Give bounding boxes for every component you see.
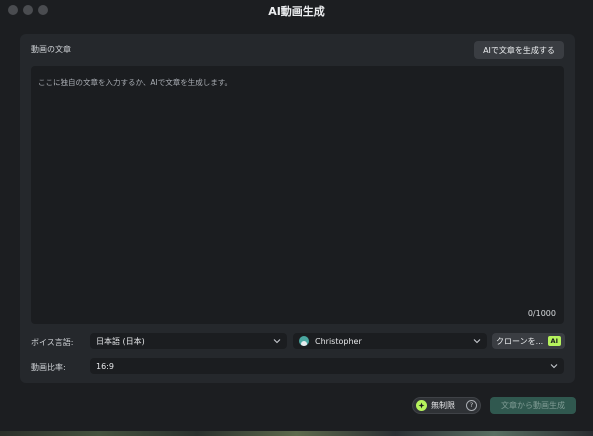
script-placeholder: ここに独自の文章を入力するか、AIで文章を生成します。 (38, 78, 232, 87)
script-section-label: 動画の文章 (31, 45, 71, 54)
clone-voice-button[interactable]: クローンを... AI (492, 333, 565, 349)
chevron-down-icon (273, 339, 281, 344)
char-counter: 0/1000 (527, 309, 556, 318)
script-textarea[interactable] (31, 66, 564, 324)
ai-badge: AI (547, 336, 561, 346)
ai-video-dialog: AI動画生成 動画の文章 AIで文章を生成する ここに独自の文章を入力するか、A… (0, 0, 593, 431)
create-video-button[interactable]: 文章から動画生成 (490, 397, 576, 414)
aspect-ratio-select[interactable]: 16:9 (90, 358, 564, 374)
aspect-ratio-label: 動画比率: (31, 363, 66, 372)
generate-script-button[interactable]: AIで文章を生成する (474, 41, 564, 59)
window-title: AI動画生成 (268, 5, 325, 18)
chevron-down-icon (550, 364, 558, 369)
unlimited-badge[interactable]: 無制限 ? (412, 397, 481, 414)
help-icon[interactable]: ? (466, 400, 477, 411)
background-strip (0, 431, 593, 436)
chevron-down-icon (473, 339, 481, 344)
voice-language-label: ボイス言語: (31, 338, 74, 347)
unlimited-icon (416, 400, 427, 411)
voice-select[interactable]: Christopher (293, 333, 487, 349)
voice-name: Christopher (315, 336, 362, 346)
voice-language-select[interactable]: 日本語 (日本) (90, 333, 287, 349)
voice-language-value: 日本語 (日本) (96, 336, 145, 346)
unlimited-label: 無制限 (431, 401, 455, 410)
aspect-ratio-value: 16:9 (96, 361, 114, 371)
voice-avatar (299, 336, 309, 346)
clone-voice-label: クローンを... (496, 336, 544, 346)
title-bar: AI動画生成 (0, 0, 593, 20)
